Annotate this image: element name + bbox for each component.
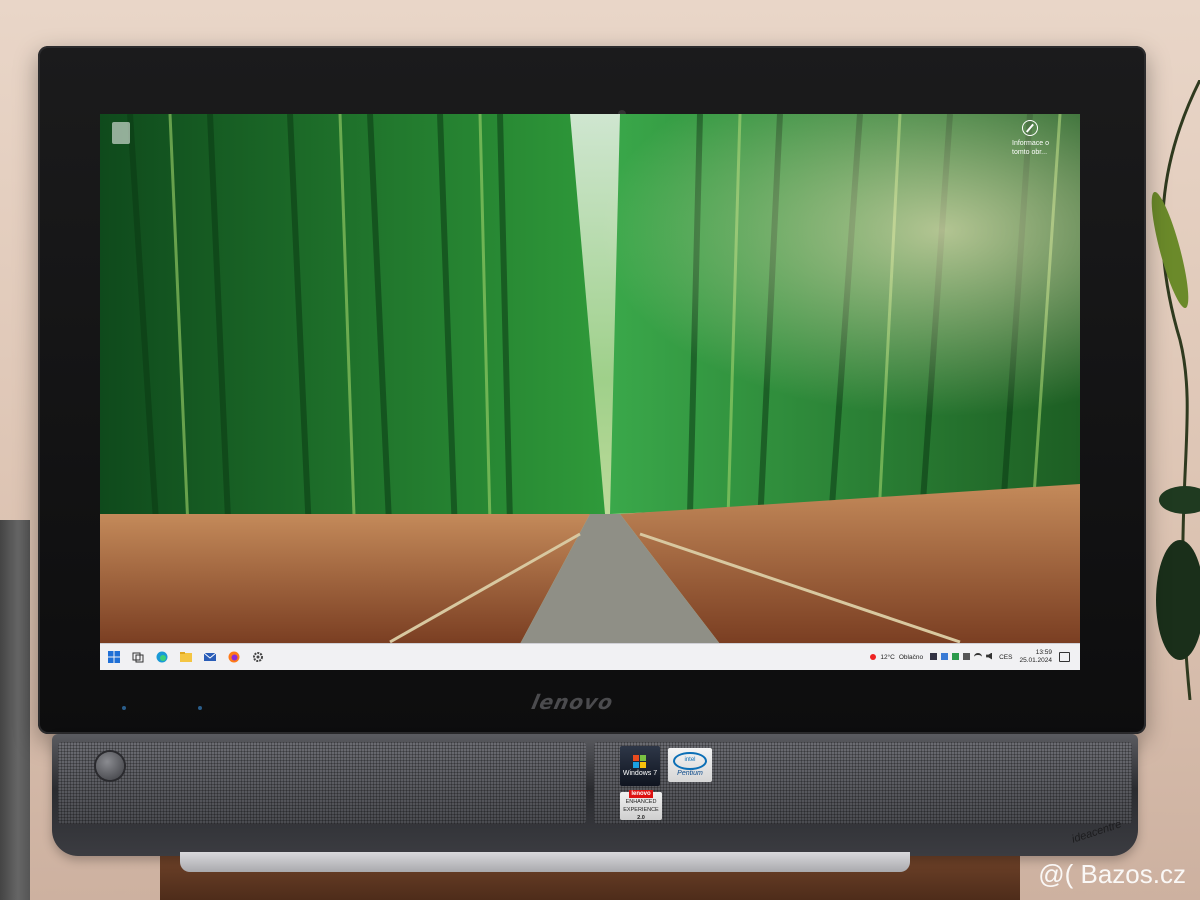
monitor-stand [180,852,910,872]
speaker-grille-left [58,742,586,824]
info-widget-line1: Informace o [1012,140,1049,147]
language-indicator[interactable]: CES [999,654,1012,661]
tray-overflow-icons[interactable] [930,652,993,662]
taskbar-clock[interactable]: 13:59 25.01.2024 [1019,649,1052,665]
enhanced-brand: lenovo [629,790,653,798]
weather-temp: 12°C [880,653,895,661]
windows7-sticker: Windows 7 [620,746,660,786]
edge-icon[interactable] [156,651,168,663]
intel-product: Pentium [677,770,703,777]
wallpaper-info-widget[interactable]: Informace o tomto obr... [1012,120,1070,157]
tray-app-icon-3[interactable] [952,652,960,660]
intel-logo: intel [673,752,707,770]
taskbar: 12°C Oblačno CES 13:59 25.01.2024 [100,643,1080,670]
status-led-left [122,706,126,710]
tray-app-icon-4[interactable] [963,652,971,660]
tray-app-icon-2[interactable] [941,652,949,660]
task-view-icon[interactable] [132,651,144,663]
desktop-shortcut-icon[interactable] [112,122,130,144]
lenovo-logo: lenovo [529,690,616,714]
enhanced-experience-sticker: lenovo ENHANCED EXPERIENCE 2.0 [620,790,662,821]
status-led-right [198,706,202,710]
taskbar-pinned-apps [100,651,264,663]
file-explorer-icon[interactable] [180,651,192,663]
volume-icon[interactable] [986,652,993,660]
bamboo-forest-wallpaper [100,114,1080,644]
wifi-icon[interactable] [974,652,983,662]
windows-flag-icon [633,755,646,768]
intel-pentium-sticker: intel Pentium [668,748,712,782]
weather-text: Oblačno [898,653,924,661]
tray-app-icon-1[interactable] [930,652,938,660]
windows7-label: Windows 7 [622,770,658,777]
camera-info-icon [1022,120,1038,136]
windows-start-icon[interactable] [108,651,120,663]
desktop-screen: Informace o tomto obr... 12°C Oblačno CE… [100,114,1080,670]
clock-time: 13:59 [1035,649,1052,656]
clock-date: 25.01.2024 [1019,657,1052,664]
bazos-watermark: @( Bazos.cz [1038,859,1186,889]
enhanced-text: ENHANCED EXPERIENCE [623,799,659,813]
houseplant [1151,80,1200,700]
system-tray: 12°C Oblačno CES 13:59 25.01.2024 [870,649,1080,665]
notification-center-icon[interactable] [1059,652,1070,662]
adjacent-device [0,520,30,900]
enhanced-version: 2.0 [637,815,645,821]
weather-alert-icon [870,654,877,660]
settings-icon[interactable] [252,651,264,663]
speaker-base: Windows 7 intel Pentium lenovo ENHANCED … [52,734,1138,856]
power-button[interactable] [96,752,124,780]
firefox-icon[interactable] [228,651,240,663]
mail-icon[interactable] [204,651,216,663]
weather-widget[interactable]: 12°C Oblačno [870,654,923,661]
info-widget-line2: tomto obr... [1012,149,1048,156]
